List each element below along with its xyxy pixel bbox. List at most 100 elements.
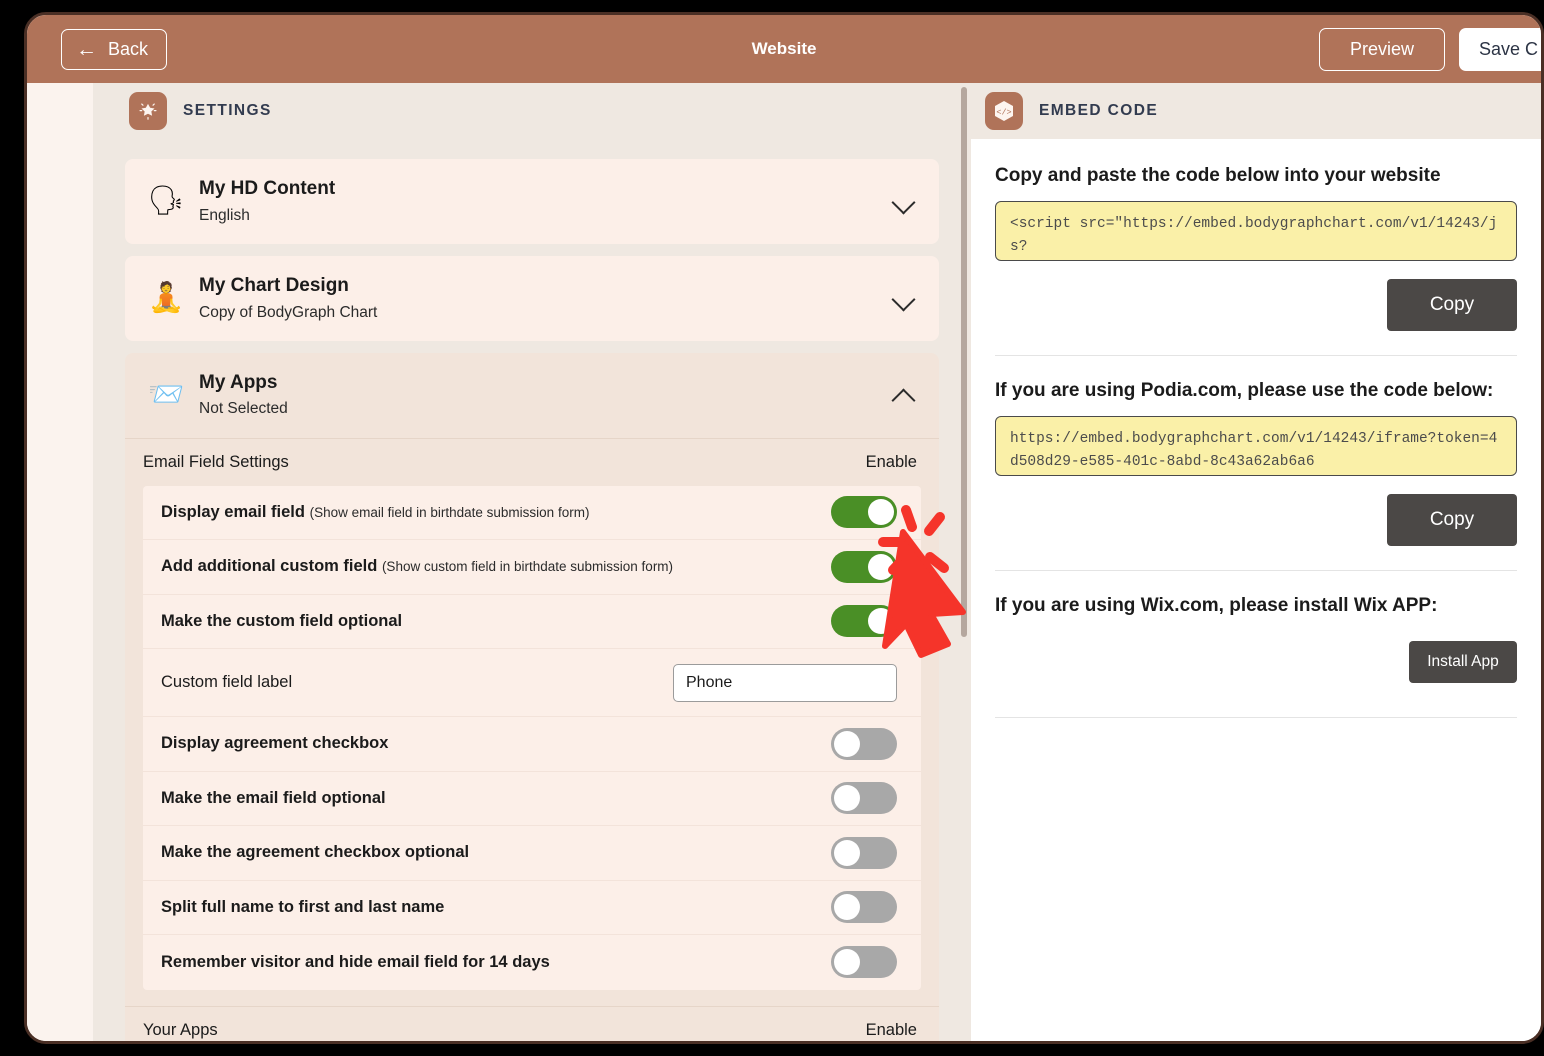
accordion-my-apps[interactable]: 📨 My Apps Not Selected Email Field Setti… [125, 352, 939, 1041]
embed-section-title: EMBED CODE [1039, 102, 1159, 119]
setting-row-display-agreement-checkbox: Display agreement checkbox [143, 717, 921, 772]
toggle-split-full-name[interactable] [831, 891, 897, 924]
row-hint-text: (Show email field in birthdate submissio… [309, 504, 590, 520]
meditating-person-icon: 🧘 [147, 281, 185, 314]
embed-actions: Install App [995, 641, 1517, 683]
row-label-text: Display agreement checkbox [161, 734, 389, 753]
incoming-envelope-icon: 📨 [147, 378, 185, 411]
accordion-header[interactable]: 🗣 My HD Content English [125, 159, 939, 244]
settings-pane: SETTINGS 🗣 My HD Content English 🧘 My Ch… [93, 83, 971, 1041]
toggle-knob [868, 608, 894, 635]
row-label-text: Split full name to first and last name [161, 897, 445, 916]
row-label: Custom field label [161, 673, 292, 692]
row-hint-text: (Show custom field in birthdate submissi… [381, 559, 674, 575]
setting-row-add-custom-field: Add additional custom field (Show custom… [143, 540, 921, 595]
accordion-subtitle: Not Selected [199, 400, 288, 418]
embed-code-website[interactable]: <script src="https://embed.bodygraphchar… [995, 201, 1517, 261]
accordion-my-hd-content[interactable]: 🗣 My HD Content English [125, 159, 939, 244]
toggle-email-field-optional[interactable] [831, 782, 897, 815]
embed-heading: If you are using Wix.com, please install… [995, 595, 1438, 616]
copy-website-code-button[interactable]: Copy [1387, 279, 1517, 331]
toggle-add-custom-field[interactable] [831, 550, 897, 583]
row-label: Make the agreement checkbox optional [161, 843, 469, 862]
row-label: Make the custom field optional [161, 612, 402, 631]
row-label-text: Remember visitor and hide email field fo… [161, 952, 550, 971]
accordion-header[interactable]: 🧘 My Chart Design Copy of BodyGraph Char… [125, 256, 939, 341]
toggle-knob [834, 894, 860, 921]
settings-section-title: SETTINGS [183, 102, 272, 119]
row-label-text: Add additional custom field [161, 557, 378, 576]
email-field-settings-rows: Display email field (Show email field in… [143, 485, 921, 990]
arrow-left-icon: ← [76, 37, 97, 61]
scrollbar-thumb[interactable] [961, 87, 967, 637]
preview-button[interactable]: Preview [1318, 27, 1445, 71]
embed-section-wix: If you are using Wix.com, please install… [995, 571, 1517, 683]
toggle-knob [834, 730, 860, 757]
setting-row-agreement-checkbox-optional: Make the agreement checkbox optional [143, 826, 921, 881]
custom-field-label-input[interactable] [673, 663, 897, 702]
left-gutter [27, 83, 93, 1041]
speech-bubble-flags-icon: 🗣 [147, 184, 185, 217]
row-label-text: Make the custom field optional [161, 611, 403, 630]
email-field-settings-header: Email Field Settings Enable [125, 437, 939, 486]
settings-scrollbar[interactable] [957, 83, 971, 1041]
accordion-title: My Chart Design [199, 274, 349, 296]
row-label: Split full name to first and last name [161, 898, 444, 917]
embed-sections: Copy and paste the code below into your … [995, 139, 1517, 718]
embed-actions: Copy [995, 494, 1517, 546]
install-wix-app-button[interactable]: Install App [1409, 641, 1517, 683]
row-label-text: Display email field [161, 502, 305, 521]
email-field-settings-label: Email Field Settings [143, 452, 289, 471]
chevron-down-icon[interactable] [891, 285, 917, 311]
row-label: Add additional custom field (Show custom… [161, 557, 673, 576]
toggle-display-email-field[interactable] [831, 496, 897, 529]
accordion-texts: My Apps Not Selected [189, 370, 891, 421]
embed-section-website: Copy and paste the code below into your … [995, 165, 1517, 331]
embed-code-podia[interactable]: https://embed.bodygraphchart.com/v1/1424… [995, 416, 1517, 476]
email-field-settings-enable-label: Enable [865, 452, 917, 471]
back-button-label: Back [108, 38, 149, 59]
toggle-custom-field-optional[interactable] [831, 605, 897, 638]
toggle-knob [868, 499, 894, 526]
chevron-up-icon[interactable] [891, 382, 917, 408]
save-changes-button[interactable]: Save C [1459, 27, 1541, 71]
your-apps-enable-label: Enable [865, 1020, 917, 1039]
accordion-subtitle: Copy of BodyGraph Chart [199, 303, 378, 321]
toggle-knob [834, 839, 860, 866]
toggle-knob [834, 949, 860, 976]
chevron-down-icon[interactable] [891, 188, 917, 214]
toggle-knob [868, 553, 894, 580]
app-window: ← Back Website Preview Save C SETTINGS 🗣… [24, 12, 1544, 1044]
sparkle-star-icon [129, 92, 167, 130]
main-content: SETTINGS 🗣 My HD Content English 🧘 My Ch… [27, 83, 1541, 1041]
setting-row-split-full-name: Split full name to first and last name [143, 881, 921, 936]
setting-row-custom-field-label: Custom field label [143, 649, 921, 718]
setting-row-remember-visitor: Remember visitor and hide email field fo… [143, 935, 921, 990]
embed-section-header: </> EMBED CODE [971, 83, 1541, 139]
row-label: Remember visitor and hide email field fo… [161, 953, 550, 972]
accordion-header[interactable]: 📨 My Apps Not Selected [125, 353, 939, 438]
embed-code-pane: </> EMBED CODE Copy and paste the code b… [971, 83, 1541, 1041]
row-label: Display email field (Show email field in… [161, 503, 589, 522]
accordion-title: My Apps [199, 371, 278, 393]
page-title: Website [751, 39, 817, 58]
embed-actions: Copy [995, 279, 1517, 331]
copy-podia-code-button[interactable]: Copy [1387, 494, 1517, 546]
back-button[interactable]: ← Back [61, 28, 168, 70]
top-toolbar: ← Back Website Preview Save C [27, 15, 1541, 83]
toolbar-actions: Preview Save C [1318, 15, 1541, 83]
toggle-knob [834, 785, 860, 812]
accordion-my-chart-design[interactable]: 🧘 My Chart Design Copy of BodyGraph Char… [125, 255, 939, 341]
toggle-display-agreement-checkbox[interactable] [831, 727, 897, 760]
divider [995, 717, 1517, 718]
row-label-text: Make the email field optional [161, 788, 386, 807]
row-label: Display agreement checkbox [161, 734, 388, 753]
row-label-text: Custom field label [161, 673, 293, 692]
toggle-agreement-checkbox-optional[interactable] [831, 836, 897, 869]
accordion-subtitle: English [199, 206, 250, 224]
embed-heading: If you are using Podia.com, please use t… [995, 380, 1494, 401]
accordion-texts: My HD Content English [189, 176, 891, 227]
setting-row-display-email-field: Display email field (Show email field in… [143, 486, 921, 541]
toggle-remember-visitor[interactable] [831, 946, 897, 979]
your-apps-header: Your Apps Enable [125, 1005, 939, 1041]
